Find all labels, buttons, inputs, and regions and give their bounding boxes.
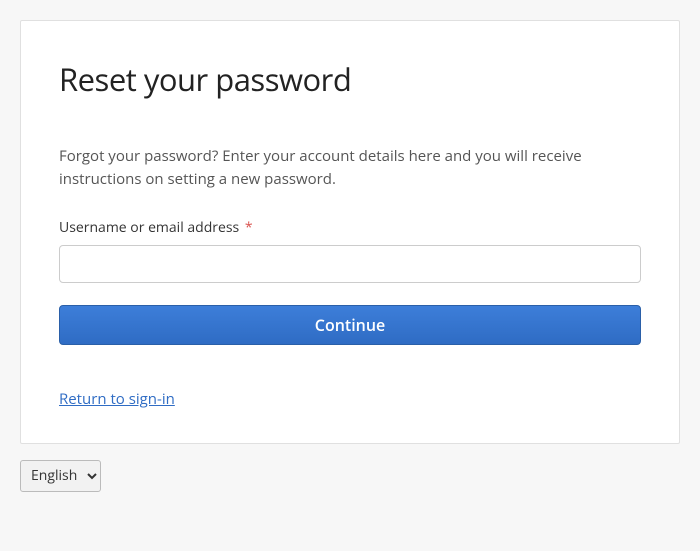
instruction-text: Forgot your password? Enter your account… — [59, 145, 641, 192]
return-signin-link[interactable]: Return to sign-in — [59, 389, 175, 409]
required-asterisk: * — [245, 218, 253, 237]
reset-password-card: Reset your password Forgot your password… — [20, 20, 680, 444]
continue-button[interactable]: Continue — [59, 305, 641, 345]
username-label: Username or email address * — [59, 218, 641, 237]
language-select[interactable]: English — [20, 460, 101, 492]
username-label-text: Username or email address — [59, 218, 239, 237]
username-input[interactable] — [59, 245, 641, 283]
page-title: Reset your password — [59, 59, 641, 101]
